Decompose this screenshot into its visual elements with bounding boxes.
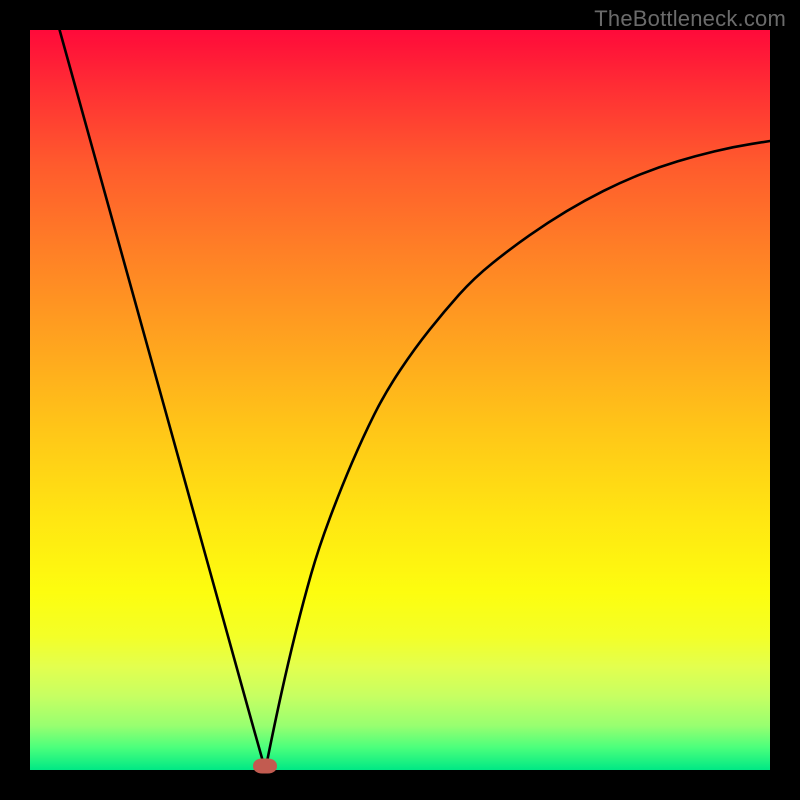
chart-frame: TheBottleneck.com (0, 0, 800, 800)
left-branch-path (60, 30, 266, 770)
optimum-marker (253, 759, 277, 774)
curve-svg (30, 30, 770, 770)
right-branch-path (265, 141, 770, 770)
watermark-text: TheBottleneck.com (594, 6, 786, 32)
plot-area (30, 30, 770, 770)
